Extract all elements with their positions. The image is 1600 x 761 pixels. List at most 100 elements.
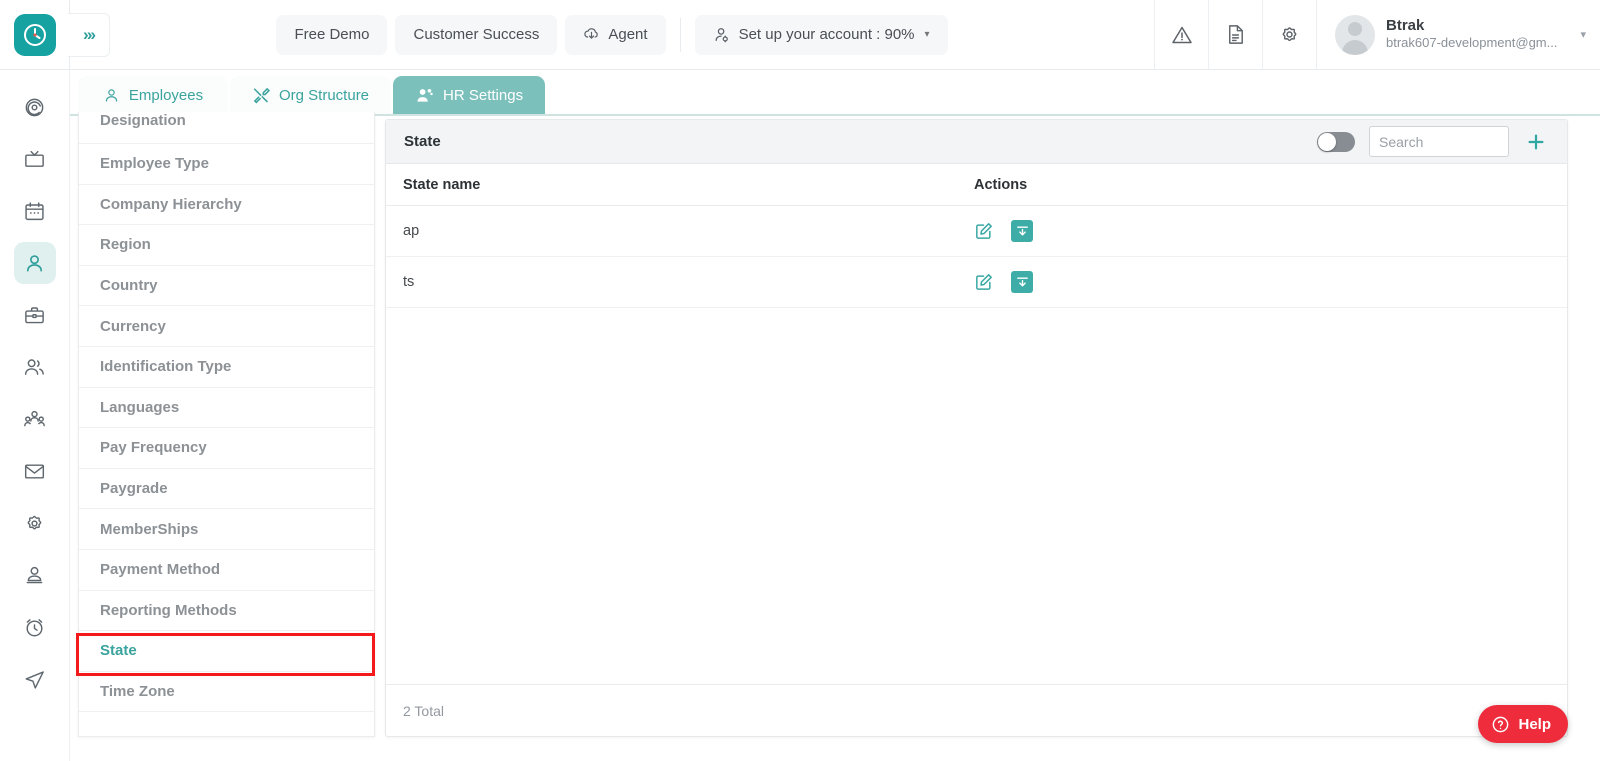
page-title: State (404, 133, 441, 150)
cell-state-name: ts (403, 274, 415, 290)
menu-item-paygrade[interactable]: Paygrade (79, 469, 374, 510)
tab-hr-settings[interactable]: HR Settings (393, 76, 546, 114)
menu-item-company-hierarchy[interactable]: Company Hierarchy (79, 185, 374, 226)
send-icon[interactable] (14, 658, 56, 700)
clock-logo-icon[interactable] (13, 13, 56, 56)
menu-item-country[interactable]: Country (79, 266, 374, 307)
free-demo-label: Free Demo (294, 26, 370, 43)
user-text-group: Btrak btrak607-development@gm... (1386, 17, 1557, 53)
table-row[interactable]: ap (386, 206, 1567, 257)
tab-org-structure-label: Org Structure (279, 86, 370, 104)
menu-item-region[interactable]: Region (79, 225, 374, 266)
menu-item-identification-type[interactable]: Identification Type (79, 347, 374, 388)
menu-item-time-zone[interactable]: Time Zone (79, 672, 374, 713)
chevron-down-icon: ▾ (1580, 29, 1586, 41)
state-panel: State State name Actions ap (385, 119, 1568, 737)
team-icon[interactable] (14, 398, 56, 440)
tab-org-structure[interactable]: Org Structure (230, 76, 392, 114)
edit-pencil-icon[interactable] (974, 272, 994, 292)
menu-item-payment-method[interactable]: Payment Method (79, 550, 374, 591)
agent-button[interactable]: Agent (565, 14, 666, 55)
menu-item-reporting-methods[interactable]: Reporting Methods (79, 591, 374, 632)
help-label: Help (1518, 715, 1551, 733)
calendar-icon[interactable] (14, 190, 56, 232)
edit-pencil-icon[interactable] (974, 221, 994, 241)
menu-item-label: Time Zone (100, 683, 175, 701)
menu-item-label: Country (100, 277, 158, 295)
cloud-download-icon (583, 26, 600, 43)
alarm-clock-icon[interactable] (14, 606, 56, 648)
user-badge-icon[interactable] (14, 554, 56, 596)
panel-toolbar (1317, 126, 1549, 157)
toggle-knob (1318, 132, 1336, 151)
menu-item-label: State (100, 642, 137, 660)
column-header-state-name: State name (403, 176, 481, 193)
menu-item-languages[interactable]: Languages (79, 388, 374, 429)
document-icon[interactable] (1208, 0, 1262, 70)
user-profile-menu[interactable]: Btrak btrak607-development@gm... ▾ (1316, 0, 1600, 70)
menu-item-label: Company Hierarchy (100, 195, 242, 213)
sidebar-item-person[interactable] (13, 242, 56, 284)
app-root: »› Free Demo Customer Success Agent Set … (0, 0, 1600, 761)
main-tabs: Employees Org Structure HR Settings (70, 70, 1600, 116)
tab-employees[interactable]: Employees (78, 76, 228, 114)
dashboard-spiral-icon[interactable] (14, 86, 56, 128)
table-header-row: State name Actions (386, 164, 1567, 206)
tab-hr-settings-label: HR Settings (443, 86, 524, 104)
archive-down-icon[interactable] (1011, 220, 1033, 242)
row-actions (974, 271, 1214, 293)
settings-gear-icon[interactable] (14, 502, 56, 544)
menu-item-label: MemberShips (100, 520, 199, 538)
avatar-icon (1335, 14, 1376, 55)
user-gear-icon (713, 26, 731, 44)
hr-settings-menu: Designation Employee Type Company Hierar… (78, 112, 375, 737)
top-header: »› Free Demo Customer Success Agent Set … (0, 0, 1600, 70)
customer-success-label: Customer Success (413, 26, 540, 43)
header-right-group: Btrak btrak607-development@gm... ▾ (1154, 0, 1600, 70)
menu-item-empty (79, 712, 374, 736)
gear-icon[interactable] (1262, 0, 1316, 70)
warning-triangle-icon[interactable] (1154, 0, 1208, 70)
menu-item-label: Pay Frequency (100, 439, 207, 457)
free-demo-button[interactable]: Free Demo (276, 14, 388, 55)
menu-item-currency[interactable]: Currency (79, 306, 374, 347)
user-email: btrak607-development@gm... (1386, 35, 1558, 51)
help-button[interactable]: Help (1478, 705, 1568, 743)
agent-label: Agent (608, 26, 648, 43)
total-count: 2 Total (403, 702, 444, 719)
menu-item-label: Reporting Methods (100, 601, 237, 619)
tools-icon (252, 86, 270, 104)
menu-item-employee-type[interactable]: Employee Type (79, 144, 374, 185)
tv-icon[interactable] (14, 138, 56, 180)
mail-icon[interactable] (14, 450, 56, 492)
user-icon (103, 87, 120, 104)
menu-item-label: Designation (100, 112, 186, 129)
briefcase-icon[interactable] (14, 294, 56, 336)
user-name: Btrak (1386, 16, 1425, 34)
row-actions (974, 220, 1214, 242)
archive-toggle[interactable] (1317, 131, 1355, 152)
plus-icon (1528, 133, 1544, 150)
menu-item-state[interactable]: State (79, 631, 374, 672)
question-circle-icon (1491, 715, 1510, 734)
menu-item-label: Payment Method (100, 561, 221, 579)
panel-header: State (386, 120, 1567, 164)
customer-success-button[interactable]: Customer Success (395, 14, 558, 55)
logo-area (0, 0, 70, 70)
setup-account-button[interactable]: Set up your account : 90% ▾ (694, 14, 948, 55)
menu-item-label: Currency (100, 317, 166, 335)
add-state-button[interactable] (1523, 129, 1549, 155)
menu-item-designation[interactable]: Designation (79, 112, 374, 144)
users-gear-icon (415, 86, 434, 105)
table-row[interactable]: ts (386, 257, 1567, 308)
search-input[interactable] (1369, 126, 1509, 157)
column-header-actions: Actions (974, 176, 1028, 193)
icon-sidebar (0, 70, 70, 761)
archive-down-icon[interactable] (1011, 271, 1033, 293)
menu-item-memberships[interactable]: MemberShips (79, 509, 374, 550)
cell-state-name: ap (403, 223, 420, 239)
group-icon[interactable] (14, 346, 56, 388)
menu-item-label: Employee Type (100, 155, 209, 173)
menu-item-label: Region (100, 236, 151, 254)
menu-item-pay-frequency[interactable]: Pay Frequency (79, 428, 374, 469)
